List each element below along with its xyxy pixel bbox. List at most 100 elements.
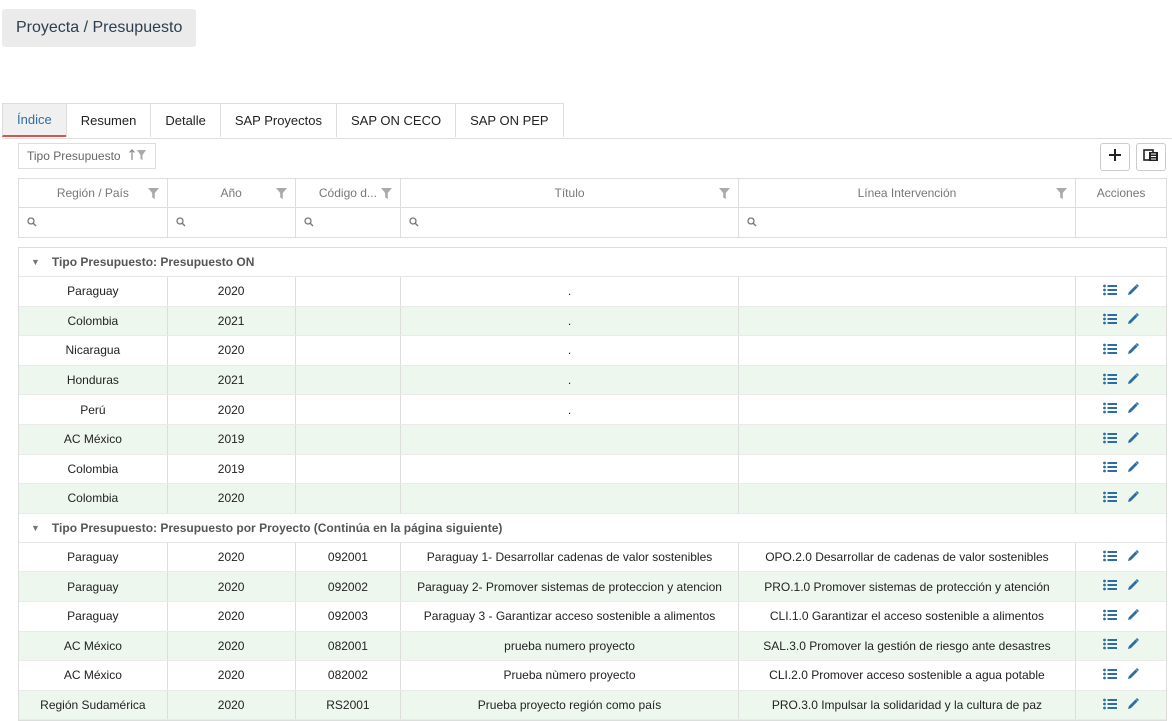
table-row[interactable]: Honduras 2021.	[19, 365, 1166, 396]
filter-input[interactable]	[19, 208, 168, 237]
table-cell: Paraguay	[19, 277, 168, 306]
list-details-icon[interactable]	[1103, 284, 1118, 299]
table-cell: .	[401, 306, 739, 336]
edit-pencil-icon[interactable]	[1127, 372, 1140, 388]
add-button[interactable]	[1100, 143, 1130, 171]
table-cell	[401, 424, 739, 454]
table-cell: OPO.2.0 Desarrollar de cadenas de valor …	[739, 542, 1077, 572]
table-row[interactable]: AC México 2020 082001 prueba numero proyect…	[19, 631, 1166, 662]
list-details-icon[interactable]	[1103, 609, 1118, 624]
table-cell: PRO.3.0 Impulsar la solidaridad y la cul…	[739, 690, 1077, 720]
table-cell: .	[401, 395, 739, 424]
table-cell	[296, 277, 402, 306]
group-row[interactable]: ▼ Tipo Presupuesto: Presupuesto por Proye…	[19, 513, 1166, 543]
table-row[interactable]: Perú 2020.	[19, 395, 1166, 425]
table-row[interactable]: Paraguay 2020 092003 Paraguay 3 - Garantiza…	[19, 601, 1166, 632]
column-header-label: Código d...	[318, 186, 377, 200]
list-details-icon[interactable]	[1103, 432, 1118, 447]
table-row[interactable]: Paraguay 2020 092002 Paraguay 2- Promover s…	[19, 572, 1166, 602]
column-header-label: Título	[554, 186, 585, 200]
collapse-caret-icon[interactable]: ▼	[31, 257, 40, 267]
tab-resumen[interactable]: Resumen	[65, 103, 152, 137]
list-details-icon[interactable]	[1103, 579, 1118, 594]
tab-sap-on-ceco[interactable]: SAP ON CECO	[336, 103, 457, 137]
table-cell	[739, 454, 1077, 484]
column-chooser-button[interactable]	[1136, 143, 1166, 171]
list-details-icon[interactable]	[1103, 550, 1118, 565]
table-cell: Perú	[19, 395, 168, 424]
table-row[interactable]: Paraguay 2020 092001 Paraguay 1- Desarrolla…	[19, 542, 1166, 573]
column-header[interactable]: Código d...	[296, 179, 402, 207]
filter-icon[interactable]	[718, 188, 730, 202]
filter-icon[interactable]	[1056, 188, 1068, 202]
table-row[interactable]: Nicaragua 2020.	[19, 336, 1166, 366]
table-row[interactable]: Colombia 2021.	[19, 306, 1166, 337]
collapse-caret-icon[interactable]: ▼	[31, 523, 40, 533]
filter-icon[interactable]	[275, 188, 287, 202]
filter-icon[interactable]	[381, 188, 393, 202]
list-details-icon[interactable]	[1103, 343, 1118, 358]
edit-pencil-icon[interactable]	[1127, 549, 1140, 565]
column-header[interactable]: Título	[401, 179, 739, 207]
filter-icon[interactable]	[147, 188, 159, 202]
edit-pencil-icon[interactable]	[1127, 638, 1140, 653]
list-details-icon[interactable]	[1103, 313, 1118, 328]
edit-pencil-icon[interactable]	[1127, 402, 1140, 417]
group-row[interactable]: ▼ Tipo Presupuesto: Presupuesto ON	[19, 248, 1166, 277]
edit-pencil-icon[interactable]	[1127, 490, 1140, 506]
list-details-icon[interactable]	[1103, 491, 1118, 506]
edit-pencil-icon[interactable]	[1127, 608, 1140, 624]
list-details-icon[interactable]	[1103, 373, 1118, 388]
table-cell: 082002	[296, 661, 402, 690]
filter-input[interactable]	[168, 208, 296, 237]
tab-sap-on-pep[interactable]: SAP ON PEP	[455, 103, 564, 137]
filter-cell	[1076, 208, 1166, 237]
table-cell: 2020	[168, 484, 296, 513]
table-cell: 2020	[168, 690, 296, 720]
table-cell	[739, 336, 1077, 365]
edit-pencil-icon[interactable]	[1127, 283, 1140, 299]
edit-pencil-icon[interactable]	[1127, 461, 1140, 476]
group-chip-label: Tipo Presupuesto	[27, 149, 121, 163]
edit-pencil-icon[interactable]	[1127, 313, 1140, 328]
table-row[interactable]: Colombia 2019	[19, 454, 1166, 485]
table-row[interactable]: Colombia 2020	[19, 484, 1166, 514]
table-cell: Nicaragua	[19, 336, 168, 365]
group-chip-tipo-presupuesto[interactable]: Tipo Presupuesto	[18, 143, 156, 169]
table-row[interactable]: Paraguay 2020.	[19, 277, 1166, 307]
table-row[interactable]: AC México 2019	[19, 424, 1166, 455]
list-details-icon[interactable]	[1103, 698, 1118, 713]
table-row[interactable]: Región Sudamérica 2020 RS2001 Prueba proyec…	[19, 690, 1166, 721]
tab-detalle[interactable]: Detalle	[150, 103, 221, 137]
edit-pencil-icon[interactable]	[1127, 343, 1140, 358]
column-header[interactable]: Acciones	[1076, 179, 1166, 207]
list-details-icon[interactable]	[1103, 638, 1118, 653]
table-cell: Paraguay	[19, 572, 168, 601]
list-details-icon[interactable]	[1103, 668, 1118, 683]
tab-indice[interactable]: Índice	[2, 103, 67, 137]
column-header[interactable]: Año	[168, 179, 296, 207]
filter-input[interactable]	[296, 208, 402, 237]
sort-up-icon[interactable]	[128, 148, 147, 164]
list-details-icon[interactable]	[1103, 461, 1118, 476]
edit-pencil-icon[interactable]	[1127, 431, 1140, 447]
edit-pencil-icon[interactable]	[1127, 697, 1140, 713]
edit-pencil-icon[interactable]	[1127, 667, 1140, 683]
column-header[interactable]: Región / País	[19, 179, 168, 207]
list-details-icon[interactable]	[1103, 402, 1118, 417]
filter-input[interactable]	[739, 208, 1077, 237]
column-header[interactable]: Línea Intervención	[739, 179, 1077, 207]
column-chooser-icon	[1143, 148, 1159, 167]
table-row[interactable]: AC México 2020 082002 Prueba nùmero proyect…	[19, 661, 1166, 691]
edit-pencil-icon[interactable]	[1127, 579, 1140, 594]
filter-input[interactable]	[401, 208, 739, 237]
grid-body: ▼ Tipo Presupuesto: Presupuesto ON Paragua…	[18, 247, 1167, 721]
group-panel: Tipo Presupuesto	[18, 143, 1167, 177]
table-cell: 2020	[168, 631, 296, 661]
breadcrumb-root[interactable]: Proyecta	[16, 19, 79, 37]
data-grid: Región / País Año Código d... Título Línea I…	[18, 178, 1167, 721]
table-cell: 092002	[296, 572, 402, 601]
table-cell	[739, 424, 1077, 454]
tab-sap-proyectos[interactable]: SAP Proyectos	[219, 103, 338, 137]
table-cell	[296, 395, 402, 424]
